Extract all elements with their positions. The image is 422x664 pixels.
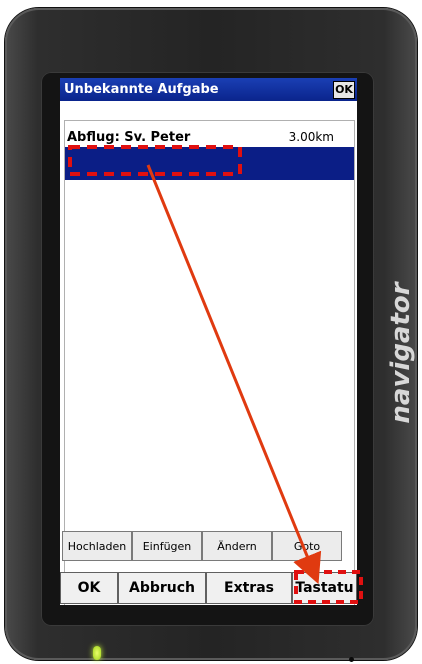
title-ok-button[interactable]: OK — [333, 81, 355, 99]
insert-button[interactable]: Einfügen — [132, 531, 202, 561]
ok-button[interactable]: OK — [60, 572, 118, 604]
brand-logo: navigator — [386, 282, 416, 424]
upload-button[interactable]: Hochladen — [62, 531, 132, 561]
title-bar: Unbekannte Aufgabe OK — [60, 78, 357, 101]
list-item[interactable]: Abflug: Sv. Peter 3.00km — [65, 129, 354, 147]
keyboard-button[interactable]: Tastatu — [292, 572, 357, 604]
list-item-selected[interactable] — [65, 147, 354, 180]
bottom-toolbar: OK Abbruch Extras Tastatu — [60, 572, 357, 604]
waypoint-name: Abflug: Sv. Peter — [67, 130, 191, 145]
device-screen: Unbekannte Aufgabe OK Abflug: Sv. Peter … — [60, 78, 357, 605]
extras-button[interactable]: Extras — [206, 572, 292, 604]
microphone-hole — [349, 657, 354, 662]
cancel-button[interactable]: Abbruch — [118, 572, 206, 604]
power-led — [93, 646, 101, 660]
edit-button[interactable]: Ändern — [202, 531, 272, 561]
action-toolbar: Hochladen Einfügen Ändern Goto — [62, 531, 342, 561]
goto-button[interactable]: Goto — [272, 531, 342, 561]
window-title: Unbekannte Aufgabe — [64, 82, 219, 97]
waypoint-distance: 3.00km — [288, 130, 334, 144]
